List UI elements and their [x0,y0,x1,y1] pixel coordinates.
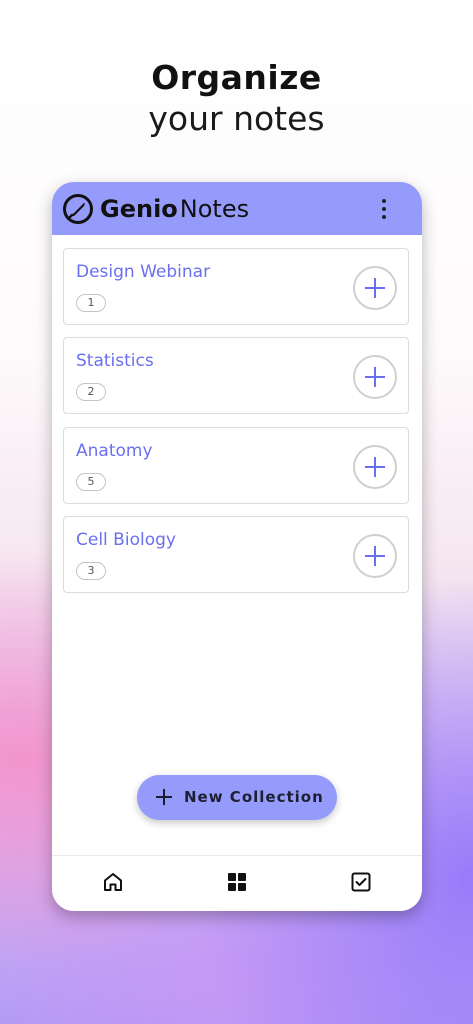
add-note-button[interactable] [353,534,397,578]
collection-title: Statistics [76,351,154,371]
phone-screen: GenioNotes Design Webinar 1 Statistics 2… [52,182,422,911]
add-note-button[interactable] [353,266,397,310]
brand-name-light: Notes [179,195,250,223]
new-collection-button[interactable]: New Collection [137,775,337,820]
note-count-badge: 3 [76,562,106,580]
plus-icon [155,788,173,806]
home-icon[interactable] [101,870,125,894]
plus-icon-stroke [374,457,376,477]
new-collection-label: New Collection [184,788,324,806]
more-vertical-icon[interactable] [374,196,394,222]
brand-name-bold: Genio [100,195,178,223]
collection-title: Anatomy [76,441,153,461]
genio-logo-icon [63,194,93,224]
promo-headline: Organize your notes [0,58,473,140]
collection-title: Design Webinar [76,262,211,282]
note-count-badge: 1 [76,294,106,312]
bottom-nav [52,855,422,911]
menu-dot [382,199,386,203]
plus-icon-stroke [374,546,376,566]
collection-title: Cell Biology [76,530,176,550]
add-note-button[interactable] [353,445,397,489]
app-brand: GenioNotes [100,193,249,225]
collection-card-statistics[interactable]: Statistics 2 [63,337,409,414]
grid-icon[interactable] [225,870,249,894]
plus-icon-stroke [374,278,376,298]
collection-card-cell-biology[interactable]: Cell Biology 3 [63,516,409,593]
collection-card-design-webinar[interactable]: Design Webinar 1 [63,248,409,325]
note-count-badge: 2 [76,383,106,401]
app-bar: GenioNotes [52,182,422,235]
headline-line-1: Organize [151,58,322,97]
collection-card-anatomy[interactable]: Anatomy 5 [63,427,409,504]
add-note-button[interactable] [353,355,397,399]
menu-dot [382,215,386,219]
headline-line-2: your notes [148,99,325,138]
note-count-badge: 5 [76,473,106,491]
checkbox-icon[interactable] [349,870,373,894]
plus-icon-stroke [374,367,376,387]
menu-dot [382,207,386,211]
